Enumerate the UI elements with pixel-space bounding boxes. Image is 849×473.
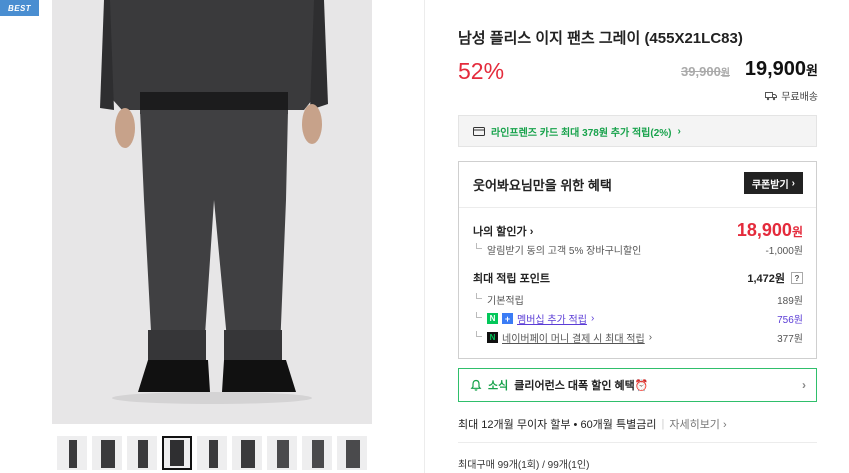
chevron-right-icon: › <box>590 313 595 324</box>
discount-item-row: 알림받기 동의 고객 5% 장바구니할인 -1,000원 <box>473 242 803 257</box>
naverpay-icon: N <box>487 332 498 343</box>
chevron-right-icon: › <box>648 332 653 343</box>
thumbnail-8[interactable] <box>302 436 332 470</box>
thumbnail-7[interactable] <box>267 436 297 470</box>
thumbnail-4-selected[interactable] <box>162 436 192 470</box>
bell-icon <box>470 379 482 391</box>
my-price-link[interactable]: 나의 할인가 › <box>473 223 533 239</box>
divider <box>459 207 816 208</box>
chevron-right-icon: › <box>791 177 795 189</box>
my-price-row: 나의 할인가 › 18,900원 <box>473 220 803 241</box>
chevron-right-icon: › <box>677 125 681 137</box>
chevron-right-icon: › <box>802 378 806 392</box>
get-coupon-button[interactable]: 쿠폰받기 › <box>743 172 803 194</box>
thumbnail-strip <box>57 436 367 470</box>
truck-icon <box>765 91 778 100</box>
thumbnail-9[interactable] <box>337 436 367 470</box>
plus-icon: + <box>502 313 513 324</box>
shipping-info: 무료배송 <box>765 88 818 103</box>
credit-card-icon <box>473 126 485 136</box>
card-promo-banner[interactable]: 라인프렌즈 카드 최대 378원 추가 적립(2%) › <box>458 115 817 147</box>
thumbnail-5[interactable] <box>197 436 227 470</box>
thumbnail-6[interactable] <box>232 436 262 470</box>
help-icon[interactable]: ? <box>791 272 803 284</box>
thumbnail-3[interactable] <box>127 436 157 470</box>
original-price: 39,900원 <box>681 64 730 79</box>
membership-link[interactable]: 멤버십 추가 적립 <box>517 311 587 326</box>
benefit-header: 웃어봐요님만을 위한 혜택 <box>473 178 612 193</box>
product-title: 남성 플리스 이지 팬츠 그레이 (455X21LC83) <box>458 30 743 47</box>
max-purchase-info: 최대구매 99개(1회) / 99개(1인) <box>458 460 590 471</box>
details-link[interactable]: 자세히보기 › <box>669 416 726 432</box>
sale-price: 19,900원 <box>744 58 818 80</box>
divider <box>458 442 817 443</box>
best-badge: BEST <box>0 0 39 16</box>
membership-points-row: N + 멤버십 추가 적립 › 756원 <box>473 311 803 326</box>
model-photo <box>52 0 372 424</box>
naver-n-icon: N <box>487 313 498 324</box>
news-banner[interactable]: 소식 클리어런스 대폭 할인 혜택⏰ › <box>458 368 817 402</box>
product-main-image[interactable] <box>52 0 372 424</box>
my-price-value: 18,900원 <box>736 220 803 240</box>
thumbnail-1[interactable] <box>57 436 87 470</box>
points-row: 최대 적립 포인트 1,472원? <box>473 270 803 286</box>
member-benefit-box: 웃어봐요님만을 위한 혜택 쿠폰받기 › 나의 할인가 › 18,900원 알림… <box>458 161 817 359</box>
naverpay-link[interactable]: 네이버페이 머니 결제 시 최대 적립 <box>502 330 645 345</box>
discount-rate: 52% <box>458 58 505 84</box>
naverpay-points-row: N 네이버페이 머니 결제 시 최대 적립 › 377원 <box>473 330 803 345</box>
thumbnail-2[interactable] <box>92 436 122 470</box>
product-gallery: BEST <box>0 0 425 473</box>
basic-points-row: 기본적립 189원 <box>473 292 803 307</box>
installment-info: 최대 12개월 무이자 할부 • 60개월 특별금리 | 자세히보기 › <box>458 416 727 432</box>
